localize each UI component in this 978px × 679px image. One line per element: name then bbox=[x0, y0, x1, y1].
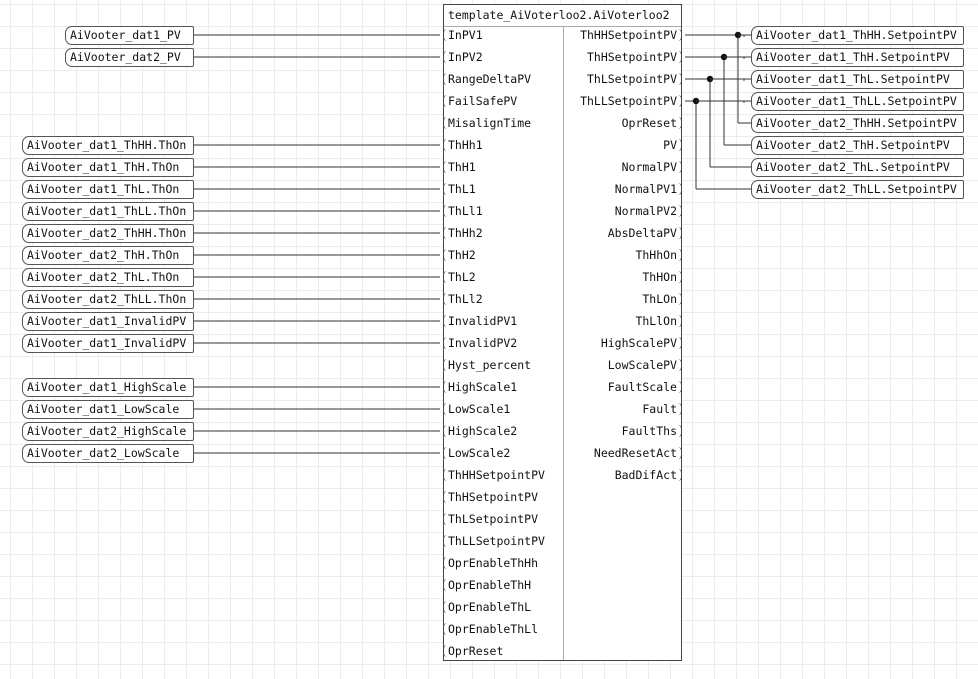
pin-out-oprreset[interactable]: OprReset bbox=[622, 116, 683, 130]
pin-out-thlon[interactable]: ThLOn bbox=[642, 292, 682, 306]
pin-in-inpv1[interactable]: InPV1 bbox=[443, 28, 483, 42]
pin-out-fault[interactable]: Fault bbox=[642, 402, 682, 416]
pin-out-normalpv[interactable]: NormalPV bbox=[622, 160, 683, 174]
pin-in-thl2[interactable]: ThL2 bbox=[443, 270, 476, 284]
pin-in-oprenablethll[interactable]: OprEnableThLl bbox=[442, 622, 538, 636]
pin-out-absdeltapv[interactable]: AbsDeltaPV bbox=[608, 226, 683, 240]
output-tag[interactable]: AiVooter_dat1_ThH.SetpointPV bbox=[751, 48, 964, 67]
pin-in-lowscale2[interactable]: LowScale2 bbox=[442, 446, 510, 460]
input-tag[interactable]: AiVooter_dat2_LowScale bbox=[22, 444, 194, 463]
output-tag[interactable]: AiVooter_dat1_ThL.SetpointPV bbox=[751, 70, 964, 89]
pin-in-thhh1[interactable]: ThHh1 bbox=[443, 138, 483, 152]
pin-in-oprenablethh[interactable]: OprEnableThH bbox=[442, 578, 531, 592]
output-tag[interactable]: AiVooter_dat2_ThLL.SetpointPV bbox=[751, 180, 964, 199]
input-tag[interactable]: AiVooter_dat2_PV bbox=[65, 48, 194, 67]
pin-in-thl1[interactable]: ThL1 bbox=[443, 182, 476, 196]
pin-in-highscale2[interactable]: HighScale2 bbox=[442, 424, 517, 438]
pin-in-thh2[interactable]: ThH2 bbox=[443, 248, 476, 262]
pin-in-thh1[interactable]: ThH1 bbox=[443, 160, 476, 174]
pin-out-thllsetpointpv[interactable]: ThLLSetpointPV bbox=[580, 94, 682, 108]
pin-out-thllon[interactable]: ThLlOn bbox=[635, 314, 682, 328]
pin-in-lowscale1[interactable]: LowScale1 bbox=[442, 402, 510, 416]
pin-in-hyst-percent[interactable]: Hyst_percent bbox=[442, 358, 531, 372]
input-tag[interactable]: AiVooter_dat2_HighScale bbox=[22, 422, 194, 441]
input-tag[interactable]: AiVooter_dat1_ThH.ThOn bbox=[22, 158, 194, 177]
pin-out-thhhsetpointpv[interactable]: ThHHSetpointPV bbox=[580, 28, 682, 42]
pin-out-baddifact[interactable]: BadDifAct bbox=[615, 468, 683, 482]
pin-in-failsafepv[interactable]: FailSafePV bbox=[442, 94, 517, 108]
pin-in-invalidpv1[interactable]: InvalidPV1 bbox=[442, 314, 517, 328]
pin-out-lowscalepv[interactable]: LowScalePV bbox=[608, 358, 683, 372]
pin-out-normalpv2[interactable]: NormalPV2 bbox=[615, 204, 683, 218]
input-tag[interactable]: AiVooter_dat1_ThHH.ThOn bbox=[22, 136, 194, 155]
input-tag[interactable]: AiVooter_dat1_InvalidPV bbox=[22, 334, 194, 353]
pin-out-thlsetpointpv[interactable]: ThLSetpointPV bbox=[587, 72, 683, 86]
pin-in-rangedeltapv[interactable]: RangeDeltaPV bbox=[442, 72, 531, 86]
pin-out-needresetact[interactable]: NeedResetAct bbox=[594, 446, 683, 460]
pin-in-highscale1[interactable]: HighScale1 bbox=[442, 380, 517, 394]
pin-in-thhsetpointpv[interactable]: ThHSetpointPV bbox=[442, 490, 538, 504]
pin-in-invalidpv2[interactable]: InvalidPV2 bbox=[442, 336, 517, 350]
input-tag[interactable]: AiVooter_dat2_ThL.ThOn bbox=[22, 268, 194, 287]
pin-in-thll2[interactable]: ThLl2 bbox=[443, 292, 483, 306]
pin-out-thhsetpointpv[interactable]: ThHSetpointPV bbox=[587, 50, 683, 64]
pin-in-oprreset[interactable]: OprReset bbox=[442, 644, 503, 658]
input-tag[interactable]: AiVooter_dat2_ThLL.ThOn bbox=[22, 290, 194, 309]
input-tag[interactable]: AiVooter_dat1_InvalidPV bbox=[22, 312, 194, 331]
pin-in-oprenablethhh[interactable]: OprEnableThHh bbox=[442, 556, 538, 570]
pin-in-inpv2[interactable]: InPV2 bbox=[443, 50, 483, 64]
function-block-divider bbox=[563, 27, 564, 660]
output-tag[interactable]: AiVooter_dat2_ThH.SetpointPV bbox=[751, 136, 964, 155]
output-tag[interactable]: AiVooter_dat2_ThHH.SetpointPV bbox=[751, 114, 964, 133]
output-tag[interactable]: AiVooter_dat1_ThLL.SetpointPV bbox=[751, 92, 964, 111]
pin-out-faultscale[interactable]: FaultScale bbox=[608, 380, 683, 394]
pin-in-thhh2[interactable]: ThHh2 bbox=[443, 226, 483, 240]
pin-out-pv[interactable]: PV bbox=[663, 138, 682, 152]
input-tag[interactable]: AiVooter_dat1_ThL.ThOn bbox=[22, 180, 194, 199]
pin-out-faultths[interactable]: FaultThs bbox=[622, 424, 683, 438]
function-block-title: template_AiVoterloo2.AiVoterloo2 bbox=[444, 5, 681, 27]
pin-in-thllsetpointpv[interactable]: ThLLSetpointPV bbox=[443, 534, 545, 548]
output-tag[interactable]: AiVooter_dat1_ThHH.SetpointPV bbox=[751, 26, 964, 45]
input-tag[interactable]: AiVooter_dat1_ThLL.ThOn bbox=[22, 202, 194, 221]
pin-in-thhhsetpointpv[interactable]: ThHHSetpointPV bbox=[443, 468, 545, 482]
input-tag[interactable]: AiVooter_dat1_HighScale bbox=[22, 378, 194, 397]
output-tag[interactable]: AiVooter_dat2_ThL.SetpointPV bbox=[751, 158, 964, 177]
diagram-canvas[interactable]: template_AiVoterloo2.AiVoterloo2 InPV1 In… bbox=[0, 0, 978, 679]
pin-out-thhon[interactable]: ThHOn bbox=[642, 270, 682, 284]
pin-in-oprenablethl[interactable]: OprEnableThL bbox=[442, 600, 531, 614]
pin-out-thhhon[interactable]: ThHhOn bbox=[635, 248, 682, 262]
function-block[interactable]: template_AiVoterloo2.AiVoterloo2 InPV1 In… bbox=[442, 4, 683, 661]
pin-in-misaligntime[interactable]: MisalignTime bbox=[442, 116, 531, 130]
pin-in-thll1[interactable]: ThLl1 bbox=[443, 204, 483, 218]
pin-out-highscalepv[interactable]: HighScalePV bbox=[601, 336, 683, 350]
input-tag[interactable]: AiVooter_dat2_ThHH.ThOn bbox=[22, 224, 194, 243]
pin-out-normalpv1[interactable]: NormalPV1 bbox=[615, 182, 683, 196]
input-tag[interactable]: AiVooter_dat1_LowScale bbox=[22, 400, 194, 419]
pin-in-thlsetpointpv[interactable]: ThLSetpointPV bbox=[442, 512, 538, 526]
input-tag[interactable]: AiVooter_dat1_PV bbox=[65, 26, 194, 45]
input-tag[interactable]: AiVooter_dat2_ThH.ThOn bbox=[22, 246, 194, 265]
